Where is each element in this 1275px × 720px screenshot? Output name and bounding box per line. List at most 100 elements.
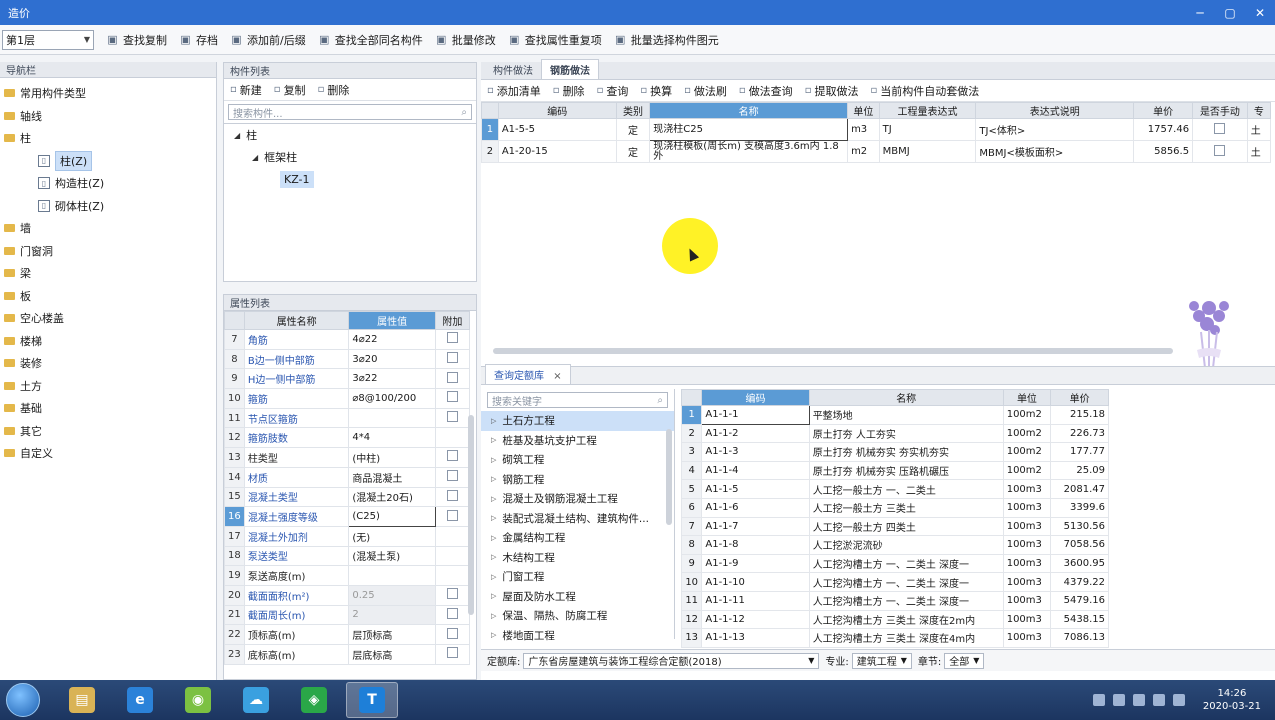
chevron-right-icon[interactable]: ▷ [491, 514, 496, 522]
tree-node-group[interactable]: ◢ 框架柱 [224, 146, 476, 168]
tray-volume-icon[interactable] [1152, 694, 1165, 706]
category-item-10[interactable]: ▷ 保温、隔热、防腐工程 [481, 606, 674, 626]
nav-item-10[interactable]: 空心楼盖 [0, 307, 216, 330]
quota-row[interactable]: 11 A1-1-11 人工挖沟槽土方 一、二类土 深度一 100m3 5479.16 [680, 590, 1109, 611]
chevron-right-icon[interactable]: ▷ [491, 612, 496, 620]
property-extra-checkbox[interactable] [446, 332, 458, 344]
chapter-select[interactable]: 全部 ▼ [944, 652, 985, 669]
method-code[interactable]: A1-5-5 [497, 118, 617, 141]
method-name[interactable]: 现浇柱C25 [649, 118, 849, 141]
chevron-right-icon[interactable]: ▷ [491, 456, 496, 464]
quota-row[interactable]: 9 A1-1-9 人工挖沟槽土方 一、二类土 深度一 100m3 3600.95 [680, 553, 1109, 574]
property-value[interactable]: 层底标高 [348, 644, 436, 665]
toolbar-button-2[interactable]: ▣ 添加前/后缀 [230, 32, 305, 48]
property-value[interactable]: (中柱) [348, 447, 436, 468]
category-item-2[interactable]: ▷ 砌筑工程 [481, 450, 674, 470]
chevron-right-icon[interactable]: ▷ [491, 495, 496, 503]
category-item-4[interactable]: ▷ 混凝土及钢筋混凝土工程 [481, 489, 674, 509]
taskbar-app-file-explorer[interactable]: ▤ [56, 682, 108, 718]
property-row[interactable]: 20 截面面积(m²) 0.25 [224, 584, 471, 606]
method-toolbar-button-2[interactable]: ▫ 查询 [597, 83, 629, 99]
quota-row[interactable]: 10 A1-1-10 人工挖沟槽土方 一、二类土 深度一 100m3 4379.22 [680, 572, 1109, 592]
start-button[interactable] [6, 683, 40, 717]
quota-row[interactable]: 12 A1-1-12 人工挖沟槽土方 三类土 深度在2m内 100m3 5438.15 [680, 609, 1109, 630]
category-item-6[interactable]: ▷ 金属结构工程 [481, 528, 674, 548]
quota-library-select[interactable]: 广东省房屋建筑与装饰工程综合定额(2018) ▼ [523, 652, 820, 669]
nav-item-15[interactable]: 其它 [0, 420, 216, 443]
property-row[interactable]: 17 混凝土外加剂 (无) [224, 525, 471, 547]
property-row[interactable]: 12 箍筋肢数 4*4 [224, 427, 471, 449]
method-expr[interactable]: MBMJ [878, 140, 977, 163]
property-value[interactable]: ⌀8@100/200 [348, 388, 436, 409]
method-toolbar-button-3[interactable]: ▫ 换算 [640, 83, 672, 99]
quota-row[interactable]: 3 A1-1-3 原土打夯 机械夯实 夯实机夯实 100m2 177.77 [680, 442, 1109, 462]
method-scrollbar[interactable] [493, 348, 1173, 354]
maximize-button[interactable]: ▢ [1215, 0, 1245, 25]
quota-row[interactable]: 7 A1-1-7 人工挖一般土方 四类土 100m3 5130.56 [680, 516, 1109, 537]
nav-item-3[interactable]: ▯ 柱(Z) [0, 150, 216, 173]
property-value[interactable]: 4*4 [348, 427, 436, 449]
tab-component-method[interactable]: 构件做法 [485, 60, 541, 79]
nav-item-5[interactable]: ▯ 砌体柱(Z) [0, 195, 216, 218]
nav-item-11[interactable]: 楼梯 [0, 330, 216, 353]
category-item-0[interactable]: ▷ 土石方工程 [481, 411, 674, 431]
nav-item-1[interactable]: 轴线 [0, 105, 216, 128]
taskbar-app-estimate-app[interactable]: T [346, 682, 398, 718]
property-extra-checkbox[interactable] [446, 588, 458, 600]
property-row[interactable]: 15 混凝土类型 (混凝土20石) [224, 486, 471, 508]
clock[interactable]: 14:26 2020-03-21 [1203, 687, 1261, 713]
quota-row[interactable]: 4 A1-1-4 原土打夯 机械夯实 压路机碾压 100m2 25.09 [680, 460, 1109, 481]
method-toolbar-button-5[interactable]: ▫ 做法查询 [739, 83, 793, 99]
tray-app-icon[interactable] [1092, 694, 1105, 706]
chevron-right-icon[interactable]: ▷ [491, 417, 496, 425]
property-row[interactable]: 13 柱类型 (中柱) [224, 447, 471, 468]
nav-item-14[interactable]: 基础 [0, 397, 216, 420]
property-row[interactable]: 11 节点区箍筋 [224, 407, 471, 429]
nav-item-9[interactable]: 板 [0, 285, 216, 308]
category-item-11[interactable]: ▷ 楼地面工程 [481, 626, 674, 646]
method-code[interactable]: A1-20-15 [497, 140, 617, 163]
component-list-button-0[interactable]: ▫ 新建 [230, 82, 262, 98]
property-extra-checkbox[interactable] [446, 647, 458, 659]
property-row[interactable]: 14 材质 商品混凝土 [224, 466, 471, 488]
component-list-button-1[interactable]: ▫ 复制 [274, 82, 306, 98]
tab-rebar-method[interactable]: 钢筋做法 [541, 59, 599, 79]
method-toolbar-button-7[interactable]: ▫ 当前构件自动套做法 [870, 83, 979, 99]
nav-item-16[interactable]: 自定义 [0, 442, 216, 465]
nav-item-12[interactable]: 装修 [0, 352, 216, 375]
expand-icon[interactable]: ◢ [234, 131, 240, 140]
property-value[interactable]: 3⌀22 [348, 368, 436, 390]
toolbar-button-3[interactable]: ▣ 查找全部同名构件 [318, 32, 423, 48]
property-extra-checkbox[interactable] [446, 391, 458, 403]
category-scrollbar[interactable] [666, 429, 672, 525]
taskbar-app-chat[interactable]: ◈ [288, 682, 340, 718]
chevron-right-icon[interactable]: ▷ [491, 475, 496, 483]
nav-item-13[interactable]: 土方 [0, 375, 216, 398]
quota-row[interactable]: 1 A1-1-1 平整场地 100m2 215.18 [680, 405, 1109, 425]
property-value[interactable]: 2 [348, 604, 436, 626]
library-search-input[interactable]: 搜索关键字 ⌕ [487, 392, 668, 408]
nav-item-0[interactable]: 常用构件类型 [0, 82, 216, 105]
quota-row[interactable]: 2 A1-1-2 原土打夯 人工夯实 100m2 226.73 [680, 423, 1109, 444]
property-value[interactable]: (无) [348, 525, 436, 547]
method-toolbar-button-6[interactable]: ▫ 提取做法 [805, 83, 859, 99]
toolbar-button-4[interactable]: ▣ 批量修改 [435, 32, 496, 48]
toolbar-button-6[interactable]: ▣ 批量选择构件图元 [614, 32, 719, 48]
component-search-input[interactable]: 搜索构件... ⌕ [228, 104, 472, 120]
tray-flag-icon[interactable] [1132, 694, 1145, 706]
taskbar-app-browser[interactable]: ◉ [172, 682, 224, 718]
tab-quota-library[interactable]: 查询定额库 × [485, 364, 571, 384]
properties-scrollbar[interactable] [468, 415, 474, 615]
taskbar-app-internet-explorer[interactable]: e [114, 682, 166, 718]
floor-select[interactable]: 第1层 ▼ [2, 29, 94, 50]
category-item-8[interactable]: ▷ 门窗工程 [481, 567, 674, 587]
method-name[interactable]: 现浇柱模板(周长m) 支模高度3.6m内 1.8外 [649, 140, 849, 163]
property-extra-checkbox[interactable] [446, 371, 458, 383]
property-value[interactable] [348, 407, 436, 429]
chevron-right-icon[interactable]: ▷ [491, 553, 496, 561]
chevron-right-icon[interactable]: ▷ [491, 631, 496, 639]
property-extra-checkbox[interactable] [446, 470, 458, 482]
property-row[interactable]: 7 角筋 4⌀22 [224, 329, 471, 350]
property-row[interactable]: 22 顶标高(m) 层顶标高 [224, 624, 471, 645]
category-item-5[interactable]: ▷ 装配式混凝土结构、建筑构件... [481, 509, 674, 529]
